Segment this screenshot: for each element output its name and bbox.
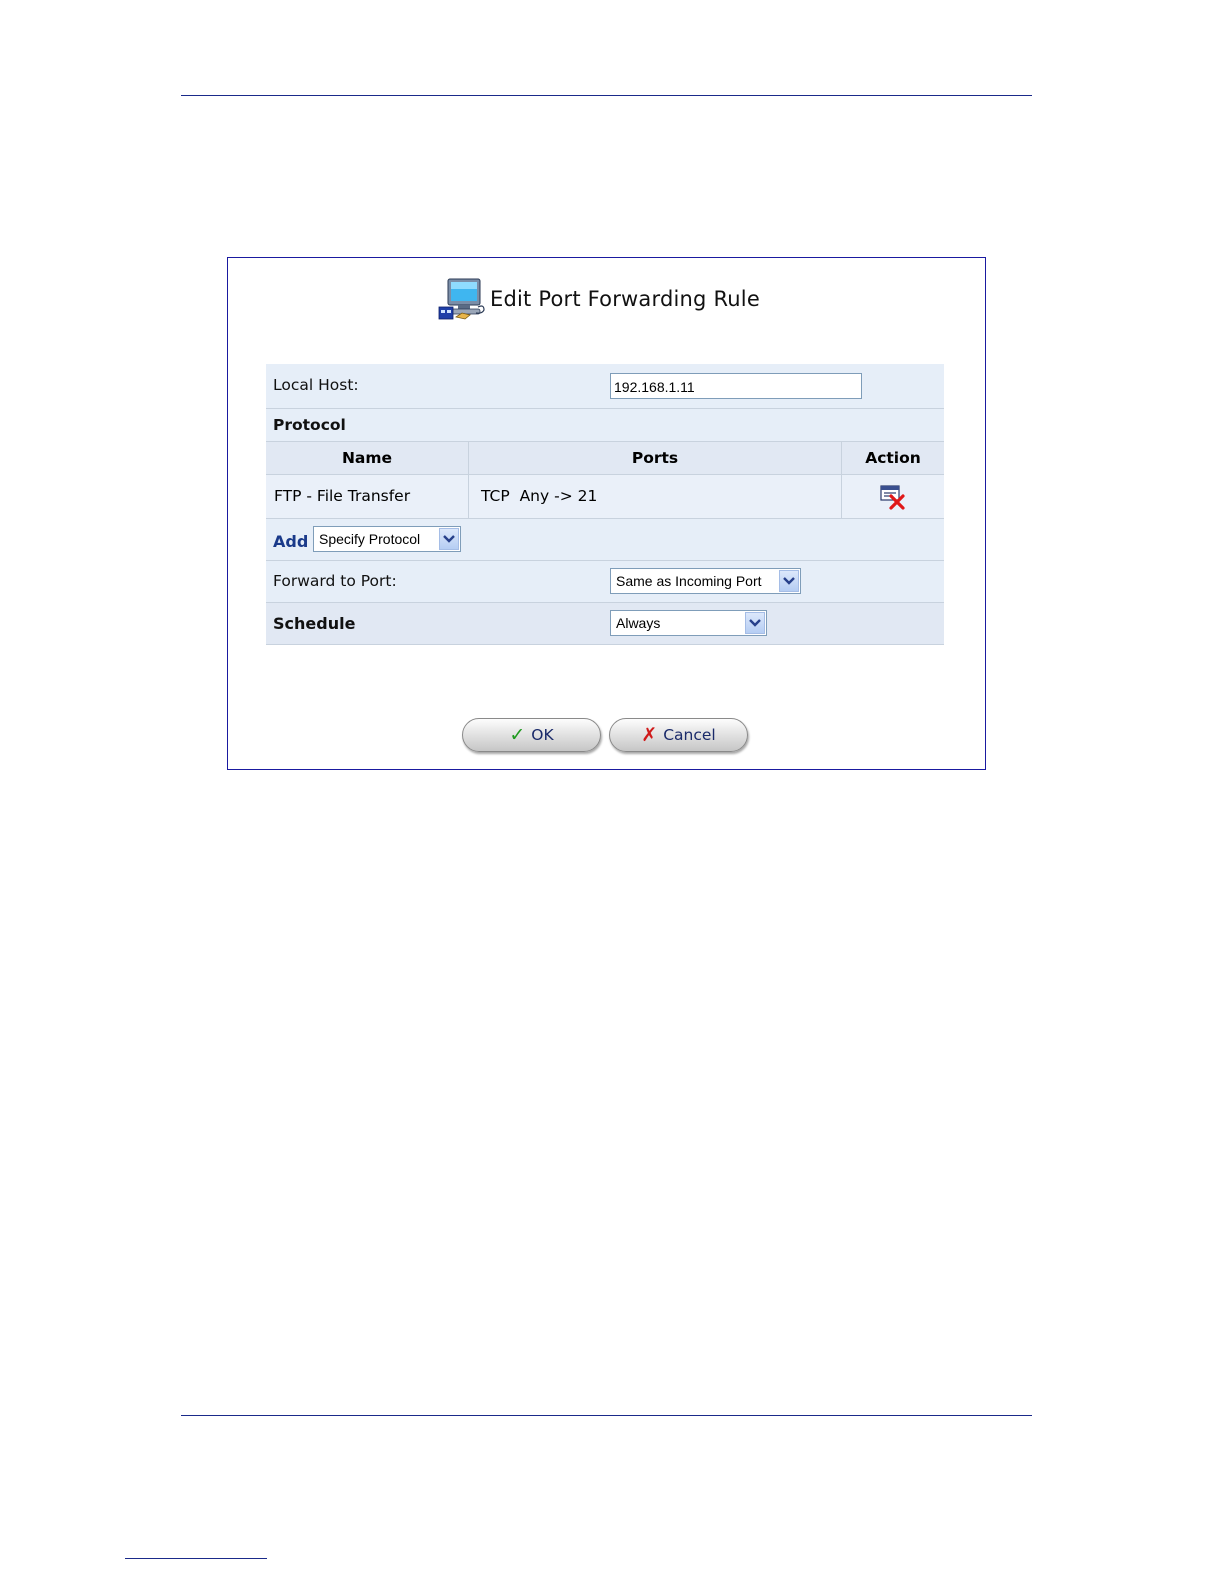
- ok-button[interactable]: ✓ OK: [462, 718, 601, 752]
- dialog-title: Edit Port Forwarding Rule: [490, 287, 760, 311]
- local-host-input[interactable]: 192.168.1.11: [610, 373, 862, 399]
- add-protocol-row: Add Specify Protocol: [266, 519, 944, 561]
- forward-to-port-select-value: Same as Incoming Port: [616, 573, 762, 589]
- delete-rule-icon[interactable]: [880, 484, 906, 510]
- column-header-name: Name: [341, 449, 393, 467]
- computer-network-icon: [438, 278, 485, 320]
- schedule-select-value: Always: [616, 615, 661, 631]
- table-row: FTP - File Transfer TCP Any -> 21: [266, 475, 944, 519]
- cancel-button[interactable]: ✗ Cancel: [609, 718, 748, 752]
- chevron-down-icon: [745, 612, 765, 634]
- local-host-label: Local Host:: [273, 376, 359, 394]
- ok-button-label: OK: [531, 726, 554, 744]
- schedule-label: Schedule: [273, 614, 356, 633]
- checkmark-icon: ✓: [509, 724, 526, 746]
- protocol-name-cell: FTP - File Transfer: [274, 487, 411, 505]
- rule-form: Local Host: 192.168.1.11 Protocol Name P…: [266, 364, 944, 645]
- footer-rule: [125, 1558, 267, 1559]
- protocol-table-header: Name Ports Action: [266, 442, 944, 475]
- column-header-ports: Ports: [631, 449, 679, 467]
- page-bottom-rule: [181, 1415, 1032, 1416]
- protocol-ports-cell: TCP Any -> 21: [481, 487, 598, 505]
- protocol-section-label: Protocol: [273, 416, 346, 434]
- local-host-row: Local Host: 192.168.1.11: [266, 364, 944, 409]
- edit-port-forwarding-dialog: Edit Port Forwarding Rule Local Host: 19…: [227, 257, 986, 770]
- x-mark-icon: ✗: [641, 724, 658, 746]
- forward-to-port-select[interactable]: Same as Incoming Port: [610, 568, 801, 594]
- add-label: Add: [273, 532, 309, 551]
- chevron-down-icon: [779, 570, 799, 592]
- schedule-row: Schedule Always: [266, 603, 944, 645]
- dialog-header: Edit Port Forwarding Rule: [438, 276, 760, 322]
- forward-to-port-label: Forward to Port:: [273, 572, 397, 590]
- cancel-button-label: Cancel: [663, 726, 716, 744]
- chevron-down-icon: [439, 528, 459, 550]
- add-protocol-select-value: Specify Protocol: [319, 531, 421, 547]
- column-header-action: Action: [865, 449, 921, 467]
- page-top-rule: [181, 95, 1032, 96]
- protocol-section-row: Protocol: [266, 409, 944, 442]
- schedule-select[interactable]: Always: [610, 610, 767, 636]
- add-protocol-select[interactable]: Specify Protocol: [313, 526, 461, 552]
- forward-to-port-row: Forward to Port: Same as Incoming Port: [266, 561, 944, 603]
